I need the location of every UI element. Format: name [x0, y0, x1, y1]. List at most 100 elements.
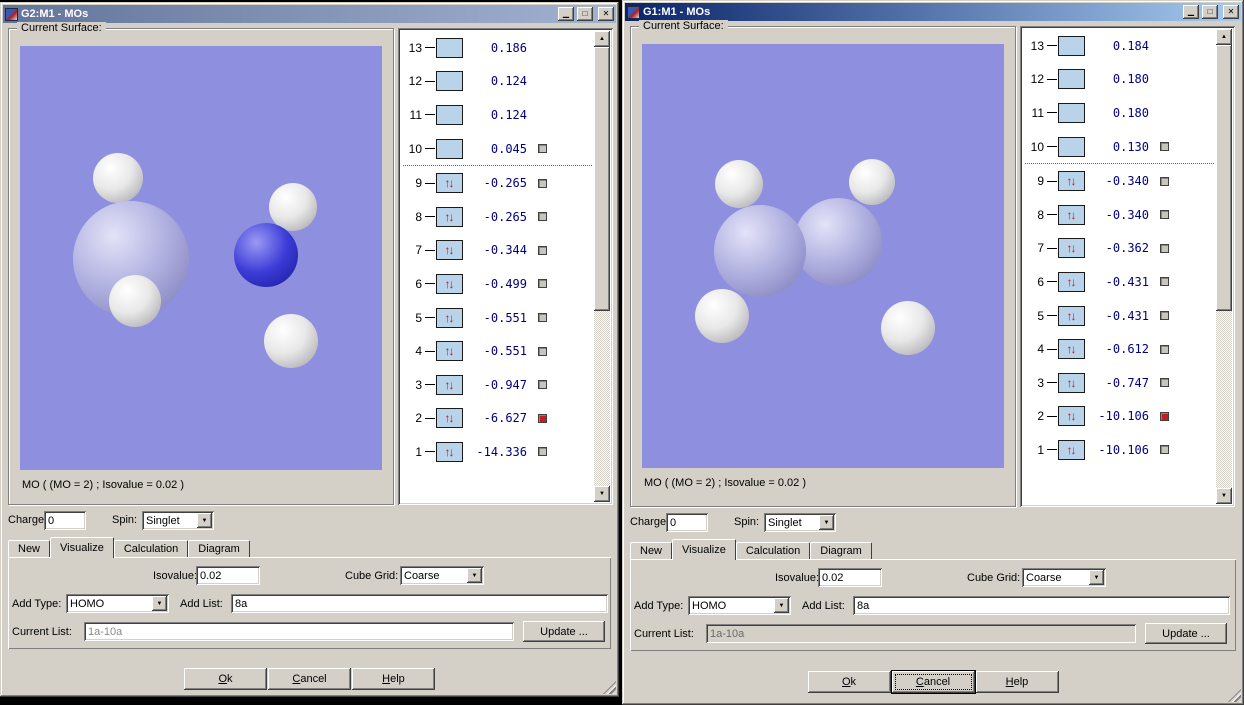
- mo-row-6[interactable]: 6↑↓-0.499: [401, 267, 594, 301]
- tab-new[interactable]: New: [8, 540, 50, 557]
- add-type-dropdown-arrow-icon[interactable]: ▼: [774, 598, 789, 613]
- mo-orbital-box[interactable]: ↑↓: [1058, 238, 1085, 258]
- add-list-input[interactable]: [853, 596, 1230, 615]
- mo-orbital-box[interactable]: [1058, 137, 1085, 157]
- mo-visible-checkbox[interactable]: [538, 313, 547, 322]
- scroll-up-button[interactable]: ▲: [1216, 29, 1232, 45]
- mo-row-11[interactable]: 110.124: [401, 98, 594, 132]
- mo-orbital-box[interactable]: [436, 105, 463, 125]
- mo-row-1[interactable]: 1↑↓-10.106: [1023, 433, 1216, 467]
- mo-row-6[interactable]: 6↑↓-0.431: [1023, 265, 1216, 299]
- mo-row-2[interactable]: 2↑↓-6.627: [401, 402, 594, 436]
- close-button[interactable]: ✕: [598, 7, 614, 21]
- tab-diagram[interactable]: Diagram: [188, 540, 250, 557]
- mo-orbital-box[interactable]: [1058, 69, 1085, 89]
- mo-row-8[interactable]: 8↑↓-0.340: [1023, 198, 1216, 232]
- mo-orbital-box[interactable]: ↑↓: [436, 442, 463, 462]
- mo-orbital-box[interactable]: ↑↓: [1058, 306, 1085, 326]
- cube-grid-select[interactable]: Coarse ▼: [400, 566, 484, 585]
- cancel-button[interactable]: Cancel: [268, 668, 351, 690]
- mo-visible-checkbox[interactable]: [1160, 311, 1169, 320]
- mo-visible-checkbox[interactable]: [538, 212, 547, 221]
- help-button[interactable]: Help: [352, 668, 435, 690]
- mo-row-9[interactable]: 9↑↓-0.340: [1023, 164, 1216, 198]
- mo-visible-checkbox[interactable]: [538, 144, 547, 153]
- spin-select[interactable]: Singlet ▼: [142, 511, 214, 530]
- molecule-viewport[interactable]: [20, 46, 382, 470]
- mo-row-4[interactable]: 4↑↓-0.551: [401, 334, 594, 368]
- mo-row-11[interactable]: 110.180: [1023, 96, 1216, 130]
- mo-visible-checkbox[interactable]: [1160, 277, 1169, 286]
- mo-row-10[interactable]: 100.045: [401, 132, 594, 166]
- mo-visible-checkbox[interactable]: [538, 246, 547, 255]
- scroll-up-button[interactable]: ▲: [594, 31, 610, 47]
- mo-row-9[interactable]: 9↑↓-0.265: [401, 166, 594, 200]
- mo-row-3[interactable]: 3↑↓-0.947: [401, 368, 594, 402]
- mo-visible-checkbox[interactable]: [1160, 210, 1169, 219]
- mo-row-3[interactable]: 3↑↓-0.747: [1023, 366, 1216, 400]
- mo-orbital-box[interactable]: ↑↓: [1058, 373, 1085, 393]
- mo-row-7[interactable]: 7↑↓-0.362: [1023, 232, 1216, 266]
- add-type-dropdown-arrow-icon[interactable]: ▼: [152, 596, 167, 611]
- tab-diagram[interactable]: Diagram: [810, 542, 872, 559]
- mo-visible-checkbox[interactable]: [538, 447, 547, 456]
- mo-row-7[interactable]: 7↑↓-0.344: [401, 234, 594, 268]
- update-button[interactable]: Update ...: [1145, 623, 1227, 644]
- mo-visible-checkbox[interactable]: [538, 179, 547, 188]
- charge-input[interactable]: [44, 511, 86, 530]
- spin-select[interactable]: Singlet ▼: [764, 513, 836, 532]
- update-button[interactable]: Update ...: [523, 621, 605, 642]
- mo-visible-checkbox[interactable]: [1160, 412, 1169, 421]
- mo-row-12[interactable]: 120.124: [401, 65, 594, 99]
- mo-orbital-box[interactable]: ↑↓: [436, 173, 463, 193]
- mo-row-1[interactable]: 1↑↓-14.336: [401, 435, 594, 469]
- mo-row-13[interactable]: 130.184: [1023, 29, 1216, 63]
- mo-orbital-box[interactable]: [436, 38, 463, 58]
- charge-input[interactable]: [666, 513, 708, 532]
- minimize-button[interactable]: ▁: [558, 7, 574, 21]
- mo-visible-checkbox[interactable]: [538, 279, 547, 288]
- mo-visible-checkbox[interactable]: [1160, 378, 1169, 387]
- isovalue-input[interactable]: [196, 566, 260, 585]
- mo-row-8[interactable]: 8↑↓-0.265: [401, 200, 594, 234]
- scrollbar-thumb[interactable]: [594, 47, 610, 311]
- mo-orbital-box[interactable]: ↑↓: [436, 341, 463, 361]
- add-type-select[interactable]: HOMO ▼: [66, 594, 169, 613]
- mo-scrollbar[interactable]: ▲ ▼: [1216, 29, 1232, 504]
- ok-button[interactable]: Ok: [808, 671, 891, 693]
- scrollbar-thumb[interactable]: [1216, 45, 1232, 311]
- mo-row-12[interactable]: 120.180: [1023, 63, 1216, 97]
- mo-orbital-box[interactable]: ↑↓: [1058, 205, 1085, 225]
- mo-scrollbar[interactable]: ▲ ▼: [594, 31, 610, 502]
- mo-visible-checkbox[interactable]: [538, 347, 547, 356]
- spin-dropdown-arrow-icon[interactable]: ▼: [197, 513, 212, 528]
- mo-orbital-box[interactable]: ↑↓: [436, 207, 463, 227]
- help-button[interactable]: Help: [976, 671, 1059, 693]
- mo-orbital-box[interactable]: ↑↓: [1058, 440, 1085, 460]
- mo-orbital-box[interactable]: ↑↓: [436, 274, 463, 294]
- mo-row-5[interactable]: 5↑↓-0.551: [401, 301, 594, 335]
- mo-visible-checkbox[interactable]: [1160, 445, 1169, 454]
- spin-dropdown-arrow-icon[interactable]: ▼: [819, 515, 834, 530]
- mo-orbital-box[interactable]: [1058, 103, 1085, 123]
- mo-orbital-box[interactable]: ↑↓: [436, 375, 463, 395]
- tab-visualize[interactable]: Visualize: [672, 539, 736, 560]
- mo-orbital-box[interactable]: ↑↓: [436, 408, 463, 428]
- mo-visible-checkbox[interactable]: [1160, 142, 1169, 151]
- mo-orbital-box[interactable]: ↑↓: [1058, 171, 1085, 191]
- mo-visible-checkbox[interactable]: [538, 380, 547, 389]
- cube-grid-dropdown-arrow-icon[interactable]: ▼: [1089, 570, 1104, 585]
- mo-orbital-box[interactable]: ↑↓: [436, 240, 463, 260]
- cube-grid-dropdown-arrow-icon[interactable]: ▼: [467, 568, 482, 583]
- mo-row-2[interactable]: 2↑↓-10.106: [1023, 400, 1216, 434]
- tab-visualize[interactable]: Visualize: [50, 537, 114, 558]
- scroll-down-button[interactable]: ▼: [594, 486, 610, 502]
- cancel-button[interactable]: Cancel: [892, 671, 975, 693]
- mo-orbital-box[interactable]: ↑↓: [436, 308, 463, 328]
- add-list-input[interactable]: [231, 594, 608, 613]
- mo-orbital-box[interactable]: [1058, 36, 1085, 56]
- mo-visible-checkbox[interactable]: [538, 414, 547, 423]
- mo-orbital-box[interactable]: [436, 139, 463, 159]
- mo-orbital-box[interactable]: ↑↓: [1058, 406, 1085, 426]
- mo-visible-checkbox[interactable]: [1160, 177, 1169, 186]
